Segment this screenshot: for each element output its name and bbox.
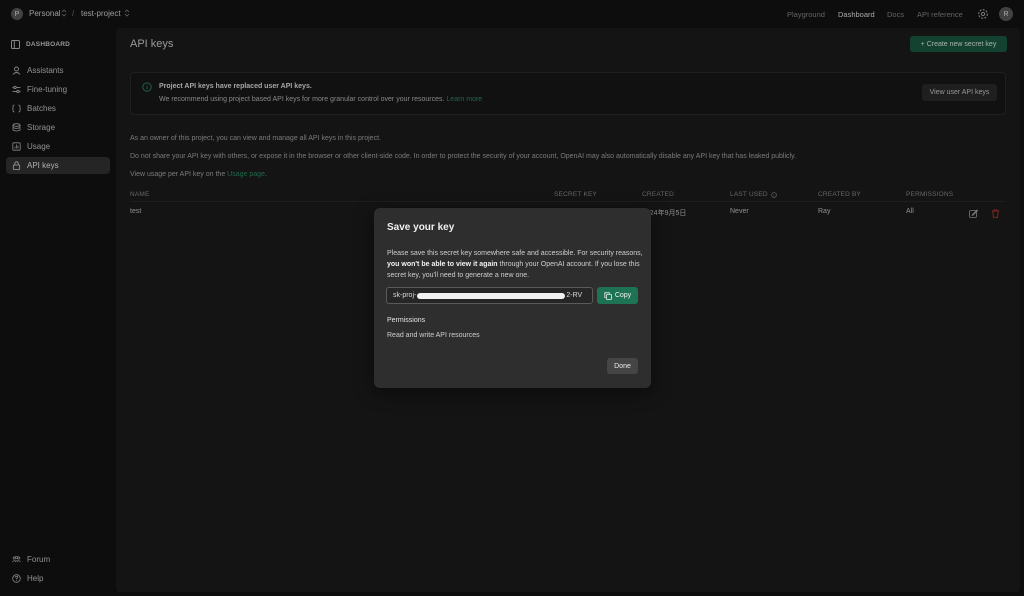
permissions-label: Permissions: [387, 317, 426, 324]
save-key-dialog: Save your key Please save this secret ke…: [374, 208, 651, 388]
done-button[interactable]: Done: [607, 358, 638, 374]
secret-key-field[interactable]: sk-proj- 2-RV: [386, 287, 593, 304]
dialog-description: Please save this secret key somewhere sa…: [387, 250, 643, 279]
copy-button[interactable]: Copy: [597, 287, 638, 304]
copy-icon: [604, 291, 612, 300]
dialog-title: Save your key: [387, 222, 455, 233]
permissions-value: Read and write API resources: [387, 332, 480, 339]
redacted-key: [417, 292, 566, 299]
